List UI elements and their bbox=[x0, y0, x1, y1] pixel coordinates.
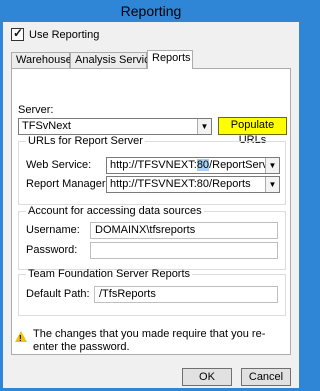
urls-group-legend: URLs for Report Server bbox=[28, 135, 143, 147]
web-service-label: Web Service: bbox=[26, 159, 92, 171]
warning-text: The changes that you made require that y… bbox=[33, 328, 266, 353]
web-service-combobox[interactable]: http://TFSVNEXT:80/ReportServer ▼ bbox=[106, 157, 280, 174]
warning-icon bbox=[15, 331, 27, 345]
cancel-button[interactable]: Cancel bbox=[241, 368, 291, 386]
chevron-down-icon[interactable]: ▼ bbox=[265, 158, 279, 173]
default-path-value: /TfsReports bbox=[99, 288, 156, 300]
ok-button[interactable]: OK bbox=[182, 368, 232, 386]
reporting-dialog: Reporting Use Reporting Warehouse Analys… bbox=[0, 0, 302, 391]
chevron-down-icon[interactable]: ▼ bbox=[197, 119, 211, 134]
port-selection: 80 bbox=[196, 159, 210, 171]
window-title: Reporting bbox=[120, 3, 182, 19]
server-combobox[interactable]: TFSvNext ▼ bbox=[18, 118, 212, 135]
report-manager-label: Report Manager: bbox=[26, 178, 109, 190]
account-group-legend: Account for accessing data sources bbox=[28, 205, 202, 217]
title-bar[interactable]: Reporting bbox=[0, 0, 302, 22]
tfs-reports-group-legend: Team Foundation Server Reports bbox=[28, 268, 191, 280]
tab-analysis-services[interactable]: Analysis Services bbox=[70, 52, 161, 68]
populate-urls-button[interactable]: Populate URLs bbox=[218, 117, 287, 146]
chevron-down-icon[interactable]: ▼ bbox=[265, 177, 279, 192]
use-reporting-row[interactable]: Use Reporting bbox=[11, 26, 100, 41]
default-path-label: Default Path: bbox=[26, 288, 90, 300]
use-reporting-checkbox[interactable] bbox=[11, 26, 24, 41]
report-manager-value: http://TFSVNEXT:80/Reports bbox=[110, 178, 251, 190]
username-value: DOMAINX\tfsreports bbox=[95, 224, 196, 236]
server-value: TFSvNext bbox=[22, 120, 71, 132]
username-label: Username: bbox=[26, 224, 80, 236]
username-field[interactable]: DOMAINX\tfsreports bbox=[90, 222, 278, 239]
dialog-client-area: Use Reporting Warehouse Analysis Service… bbox=[3, 22, 299, 388]
default-path-field[interactable]: /TfsReports bbox=[94, 286, 278, 303]
use-reporting-label: Use Reporting bbox=[29, 28, 100, 41]
web-service-value: http://TFSVNEXT:80/ReportServer bbox=[110, 159, 278, 171]
password-label: Password: bbox=[26, 244, 78, 256]
reports-tab-panel: Server: TFSvNext ▼ Populate URLs URLs fo… bbox=[11, 68, 291, 355]
password-field[interactable] bbox=[90, 242, 278, 259]
tab-warehouse[interactable]: Warehouse bbox=[11, 52, 72, 68]
tab-reports[interactable]: Reports bbox=[147, 50, 193, 69]
server-label: Server: bbox=[18, 104, 54, 116]
report-manager-combobox[interactable]: http://TFSVNEXT:80/Reports ▼ bbox=[106, 176, 280, 193]
